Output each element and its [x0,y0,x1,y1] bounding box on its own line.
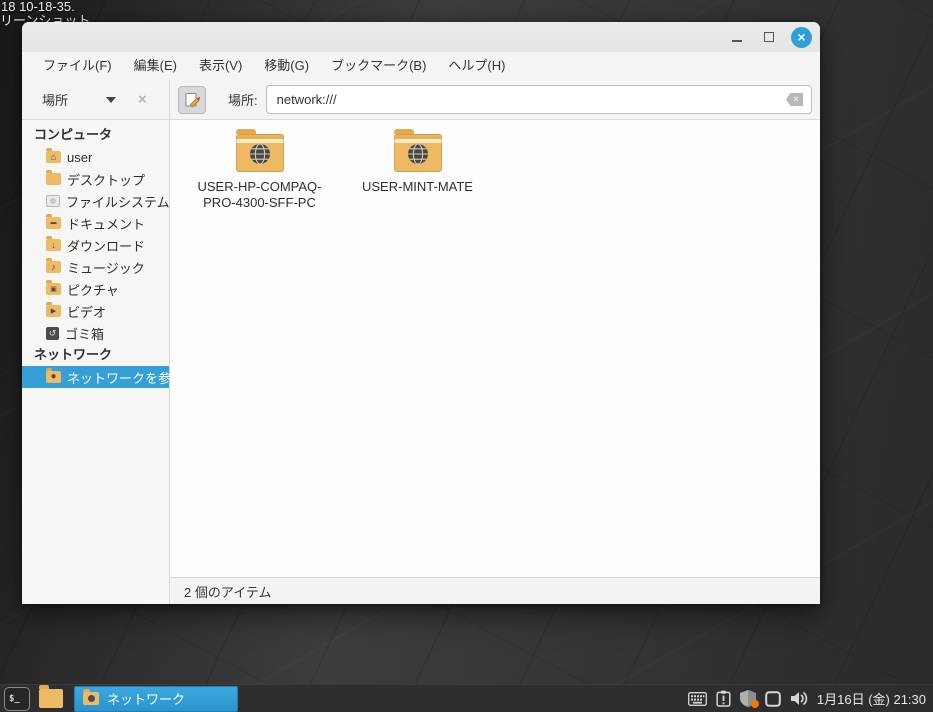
sidebar-item-label: ゴミ箱 [65,324,104,343]
sidebar-item-label: ピクチャ [67,280,119,299]
music-folder-icon: ♪ [46,261,61,273]
menu-help[interactable]: ヘルプ(H) [437,52,516,80]
clear-glyph: × [793,95,798,104]
file-view: USER-HP-COMPAQ- PRO-4300-SFF-PC [170,120,820,604]
titlebar[interactable]: × [22,22,820,52]
sidebar-item-pictures[interactable]: ▣ ピクチャ [22,278,169,300]
location-bar: × [266,85,812,114]
alert-badge [751,700,759,708]
sidebar-item-label: デスクトップ [67,170,145,189]
terminal-launcher[interactable]: $_ [4,687,30,711]
sidebar-item-home[interactable]: ⌂ user [22,146,169,168]
terminal-icon: $_ [9,694,20,704]
volume-icon[interactable] [790,691,809,706]
file-manager-launcher[interactable] [39,689,63,708]
sidebar-item-browse-network[interactable]: ● ネットワークを参照 [22,366,169,388]
network-folder-icon: ● [46,371,61,383]
sidebar-item-label: ビデオ [67,302,106,321]
close-button[interactable]: × [791,27,812,48]
icon-view-canvas[interactable]: USER-HP-COMPAQ- PRO-4300-SFF-PC [170,120,820,577]
sidebar-item-desktop[interactable]: デスクトップ [22,168,169,190]
window-body: コンピュータ ⌂ user デスクトップ ファイルシステム ▬ ドキュメント [22,120,820,604]
side-pane-close-icon[interactable]: × [138,92,147,107]
menubar: ファイル(F) 編集(E) 表示(V) 移動(G) ブックマーク(B) ヘルプ(… [22,52,820,80]
desktop: 18 10-18-35. リーンショット × ファイル(F) 編集(E) 表示(… [0,0,933,712]
menu-file[interactable]: ファイル(F) [32,52,123,80]
file-label: USER-MINT-MATE [362,179,473,195]
location-label: 場所: [228,90,258,109]
sidebar-item-downloads[interactable]: ↓ ダウンロード [22,234,169,256]
location-input[interactable] [266,85,812,114]
side-pane-type-selector[interactable]: 場所 [42,90,68,109]
network-folder-icon [394,134,442,172]
minimize-button[interactable] [727,27,747,47]
sidebar-item-label: ミュージック [67,258,145,277]
task-button-label: ネットワーク [107,689,185,708]
sidebar-item-label: ダウンロード [67,236,145,255]
edit-location-icon [184,91,201,108]
keyboard-icon[interactable] [688,692,707,706]
folder-icon [46,173,61,185]
file-label: USER-HP-COMPAQ- PRO-4300-SFF-PC [198,179,322,211]
file-manager-window: × ファイル(F) 編集(E) 表示(V) 移動(G) ブックマーク(B) ヘル… [22,22,820,604]
screen-icon[interactable] [765,691,781,707]
places-sidebar: コンピュータ ⌂ user デスクトップ ファイルシステム ▬ ドキュメント [22,120,170,604]
taskbar-window-button[interactable]: ネットワーク [74,686,238,712]
shield-security-icon[interactable] [740,690,756,707]
home-folder-icon: ⌂ [46,151,61,163]
system-tray [688,690,809,707]
drive-icon [46,195,60,207]
menu-edit[interactable]: 編集(E) [123,52,188,80]
side-pane-header: 場所 × [22,80,170,119]
menu-bookmarks[interactable]: ブックマーク(B) [320,52,437,80]
network-host-item[interactable]: USER-MINT-MATE [345,134,490,195]
sidebar-item-videos[interactable]: ▶ ビデオ [22,300,169,322]
sidebar-item-filesystem[interactable]: ファイルシステム [22,190,169,212]
toolbar: 場所 × 場所: × [22,80,820,120]
menu-view[interactable]: 表示(V) [188,52,253,80]
network-folder-icon [83,692,99,705]
sidebar-item-trash[interactable]: ↺ ゴミ箱 [22,322,169,344]
edit-location-toggle-button[interactable] [178,86,206,114]
sidebar-section-computer: コンピュータ [22,124,169,146]
chevron-down-icon[interactable] [106,97,116,103]
videos-folder-icon: ▶ [46,305,61,317]
clock[interactable]: 1月16日 (金) 21:30 [817,689,926,708]
sidebar-item-label: ファイルシステム [66,192,169,211]
trash-icon: ↺ [46,327,59,340]
taskbar-panel: $_ ネットワーク [0,684,933,712]
window-controls: × [727,22,812,52]
sidebar-section-network: ネットワーク [22,344,169,366]
statusbar: 2 個のアイテム [170,577,820,604]
sidebar-item-label: ドキュメント [67,214,145,233]
documents-folder-icon: ▬ [46,217,61,229]
clipboard-alert-icon[interactable] [716,690,731,707]
downloads-folder-icon: ↓ [46,239,61,251]
desktop-icon-label-fragment: 18 10-18-35. [1,0,75,14]
network-folder-icon [236,134,284,172]
pictures-folder-icon: ▣ [46,283,61,295]
sidebar-item-documents[interactable]: ▬ ドキュメント [22,212,169,234]
sidebar-item-label: ネットワークを参照 [67,368,169,387]
item-count-text: 2 個のアイテム [184,582,272,601]
menu-go[interactable]: 移動(G) [253,52,320,80]
maximize-button[interactable] [759,27,779,47]
sidebar-item-label: user [67,150,92,165]
sidebar-item-music[interactable]: ♪ ミュージック [22,256,169,278]
network-host-item[interactable]: USER-HP-COMPAQ- PRO-4300-SFF-PC [182,134,337,211]
